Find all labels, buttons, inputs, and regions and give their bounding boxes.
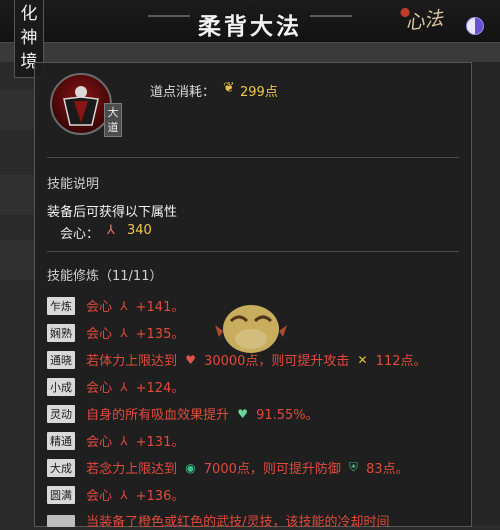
- training-row: 通晓 若体力上限达到 ♥ 30000点，则可提升攻击 ✕ 112点。: [47, 349, 467, 369]
- stage-badge: 大成: [47, 458, 75, 477]
- effect-value: +124。: [135, 381, 185, 396]
- effect-text: 当装备了橙色或红色的武技/灵技，该技能的冷却时间: [86, 515, 390, 530]
- training-row: 精通 会心 ⅄ +131。: [47, 430, 467, 450]
- background-side-tab: [0, 175, 35, 215]
- background-side-tab: [0, 240, 35, 280]
- stage-badge: 精通: [47, 431, 75, 450]
- yinyang-icon[interactable]: [466, 17, 484, 35]
- crit-icon: ⅄: [120, 325, 128, 340]
- effect-text: 自身的所有吸血效果提升: [86, 408, 230, 423]
- stat-label: 会心：: [60, 227, 100, 242]
- training-row: 乍炼 会心 ⅄ +141。: [47, 295, 467, 315]
- cost-value: 299点: [240, 85, 278, 100]
- effect-text: 会心: [86, 327, 113, 342]
- crossed-swords-icon: ✕: [357, 352, 368, 367]
- title-decoration: [310, 15, 352, 17]
- background-side-tab: [0, 90, 35, 130]
- stage-badge: 小成: [47, 377, 75, 396]
- background-right-edge: [470, 62, 500, 525]
- skill-tag: 大道: [104, 103, 122, 137]
- lifesteal-icon: ♥: [237, 406, 248, 421]
- description-text: 装备后可获得以下属性: [47, 205, 178, 220]
- effect-value: +135。: [135, 327, 185, 342]
- skill-detail-panel: 大道 道点消耗： ❦ 299点 技能说明 装备后可获得以下属性 会心： ⅄ 34…: [34, 62, 472, 530]
- stage-badge: 娴熟: [47, 323, 75, 342]
- cost-label: 道点消耗：: [150, 85, 216, 100]
- stage-badge: 通晓: [47, 350, 75, 369]
- effect-value: +131。: [135, 435, 185, 450]
- effect-value: +141。: [135, 300, 185, 315]
- effect-value: 91.55%。: [256, 408, 319, 423]
- xinfa-dot: ●: [398, 3, 412, 20]
- crit-icon: ⅄: [120, 487, 128, 502]
- skill-icon: [50, 73, 112, 135]
- training-row: 小成 会心 ⅄ +124。: [47, 376, 467, 396]
- training-row: 灵动 自身的所有吸血效果提升 ♥ 91.55%。: [47, 403, 467, 423]
- effect-text: 会心: [86, 489, 113, 504]
- effect-value: 7000点，则可提升防御: [203, 462, 341, 477]
- effect-value: 30000点，则可提升攻击: [204, 354, 350, 369]
- crit-icon: ⅄: [120, 298, 128, 313]
- title-bar: 柔背大法 ● 心法: [0, 0, 500, 43]
- divider: [47, 157, 459, 158]
- section-title-description: 技能说明: [47, 177, 100, 192]
- dao-point-icon: ❦: [223, 80, 235, 96]
- training-row: 娴熟 会心 ⅄ +135。: [47, 322, 467, 342]
- crit-icon: ⅄: [120, 433, 128, 448]
- shield-icon: ⛨: [348, 460, 358, 474]
- crit-icon: ⅄: [120, 379, 128, 394]
- stat-value: 340: [127, 223, 152, 238]
- effect-value: 112点。: [375, 354, 427, 369]
- training-row: 圆满 会心 ⅄ +136。: [47, 484, 467, 504]
- stage-badge: 乍炼: [47, 296, 75, 315]
- eye-icon: ◉: [185, 460, 196, 475]
- training-row: 大成 若念力上限达到 ◉ 7000点，则可提升防御 ⛨ 83点。: [47, 457, 467, 477]
- xinfa-logo: ● 心法: [399, 3, 445, 35]
- effect-text: 若体力上限达到: [86, 354, 178, 369]
- effect-text: 会心: [86, 381, 113, 396]
- stage-badge: 圆满: [47, 485, 75, 504]
- effect-text: 若念力上限达到: [86, 462, 178, 477]
- divider: [47, 251, 459, 252]
- training-row: 当装备了橙色或红色的武技/灵技，该技能的冷却时间: [47, 510, 467, 530]
- heart-icon: ♥: [185, 352, 196, 367]
- effect-text: 会心: [86, 300, 113, 315]
- effect-value: +136。: [135, 489, 185, 504]
- robed-figure-icon: [63, 86, 99, 126]
- section-title-training: 技能修炼（11/11）: [47, 269, 163, 284]
- stage-badge: 灵动: [47, 404, 75, 423]
- effect-text: 会心: [86, 435, 113, 450]
- effect-value: 83点。: [366, 462, 409, 477]
- crit-icon: ⅄: [107, 223, 115, 238]
